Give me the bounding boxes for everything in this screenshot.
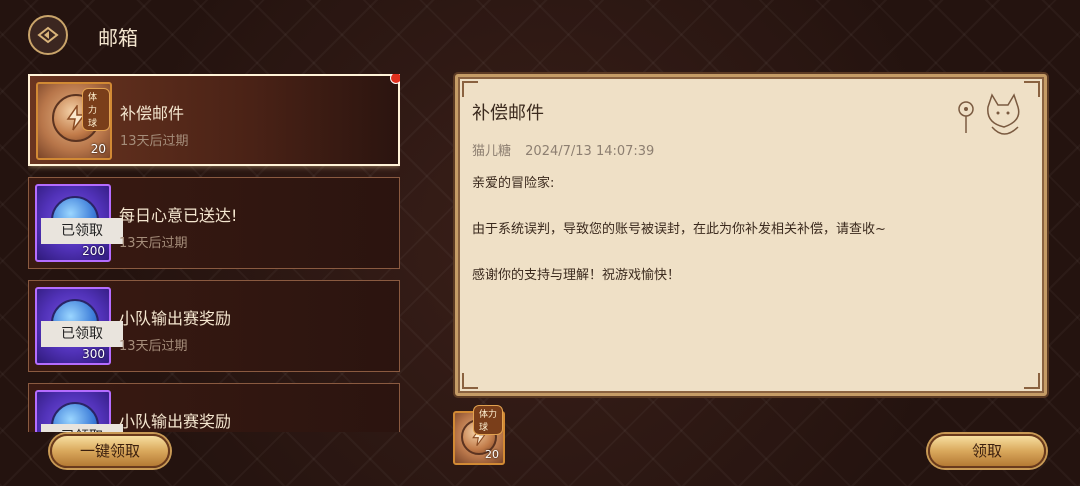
body-text: 由于系统误判，导致您的账号被误封，在此为你补发相关补偿，请查收~ bbox=[472, 222, 886, 237]
mail-reward-icon: 体力球 20 bbox=[36, 82, 112, 160]
attachment-item[interactable]: 体力球 20 bbox=[453, 405, 505, 465]
mail-expiry: 13天后过期 bbox=[119, 339, 188, 354]
reward-type-tag: 体力球 bbox=[473, 405, 503, 435]
back-button[interactable] bbox=[28, 15, 68, 55]
mail-detail-panel: 补偿邮件 猫儿糖 2024/7/13 14:07:39 亲爱的冒险家: 由于系统… bbox=[455, 74, 1047, 396]
claim-all-button[interactable]: 一键领取 bbox=[50, 434, 170, 468]
mail-item-squad-reward[interactable]: 300 已领取 小队输出赛奖励 13天后过期 bbox=[28, 280, 400, 372]
mail-title: 补偿邮件 bbox=[120, 104, 185, 123]
closing-text: 感谢你的支持与理解！祝游戏愉快！ bbox=[472, 268, 681, 283]
mail-reward-icon: 200 已领取 bbox=[35, 184, 123, 262]
claimed-badge: 已领取 bbox=[41, 218, 123, 244]
detail-body: 亲爱的冒险家: 由于系统误判，导致您的账号被误封，在此为你补发相关补偿，请查收~… bbox=[472, 174, 1012, 312]
mail-reward-icon: 已领取 bbox=[35, 390, 123, 432]
sent-datetime: 2024/7/13 14:07:39 bbox=[525, 144, 655, 159]
reward-type-tag: 体力球 bbox=[82, 88, 110, 131]
detail-title: 补偿邮件 bbox=[472, 103, 544, 124]
reward-quantity: 200 bbox=[82, 244, 105, 258]
unread-dot bbox=[390, 74, 400, 84]
detail-meta: 猫儿糖 2024/7/13 14:07:39 bbox=[472, 140, 654, 159]
claimed-badge: 已领取 bbox=[41, 321, 123, 347]
mail-title: 小队输出赛奖励 bbox=[119, 412, 232, 431]
mail-list[interactable]: 体力球 20 补偿邮件 13天后过期 200 已领取 每日心意已送达! 13天后… bbox=[28, 74, 400, 432]
mail-expiry: 13天后过期 bbox=[120, 134, 189, 149]
page-title: 邮箱 bbox=[98, 26, 138, 50]
mail-item-squad-reward[interactable]: 已领取 小队输出赛奖励 bbox=[28, 383, 400, 432]
claim-button[interactable]: 领取 bbox=[928, 434, 1046, 468]
mail-item-daily-gift[interactable]: 200 已领取 每日心意已送达! 13天后过期 bbox=[28, 177, 400, 269]
mail-expiry: 13天后过期 bbox=[119, 236, 188, 251]
reward-quantity: 20 bbox=[485, 448, 499, 461]
mail-reward-icon: 300 已领取 bbox=[35, 287, 123, 365]
reward-quantity: 20 bbox=[90, 142, 106, 156]
greeting-text: 亲爱的冒险家: bbox=[472, 176, 555, 191]
sender-name: 猫儿糖 bbox=[472, 144, 512, 159]
corner-ornament bbox=[462, 81, 478, 97]
cat-doodle-icon bbox=[958, 93, 1020, 135]
claimed-badge: 已领取 bbox=[41, 424, 123, 432]
reward-quantity: 300 bbox=[82, 347, 105, 361]
mail-item-compensation[interactable]: 体力球 20 补偿邮件 13天后过期 bbox=[28, 74, 400, 166]
corner-ornament bbox=[462, 373, 478, 389]
mail-title: 每日心意已送达! bbox=[119, 206, 238, 225]
mail-title: 小队输出赛奖励 bbox=[119, 309, 232, 328]
corner-ornament bbox=[1024, 373, 1040, 389]
back-arrow-icon bbox=[37, 26, 59, 44]
